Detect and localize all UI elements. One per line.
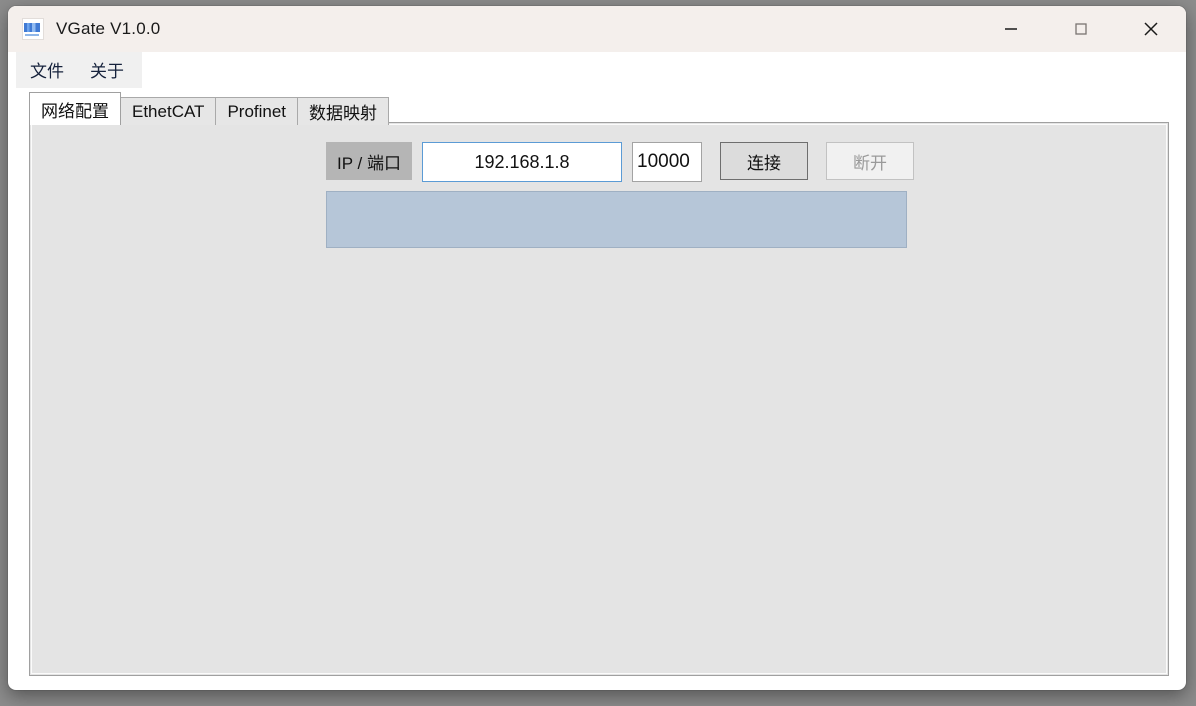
tab-ethercat[interactable]: EthetCAT: [120, 97, 217, 125]
close-button[interactable]: [1116, 6, 1186, 52]
disconnect-button: 断开: [826, 142, 914, 180]
menu-item-about[interactable]: 关于: [78, 55, 136, 85]
ip-address-input[interactable]: [422, 142, 622, 182]
network-config-panel: IP / 端口 连接 断开: [29, 122, 1169, 676]
connect-button[interactable]: 连接: [720, 142, 808, 180]
tab-profinet[interactable]: Profinet: [215, 97, 299, 125]
minimize-button[interactable]: [976, 6, 1046, 52]
menu-strip: 文件 关于: [16, 52, 142, 88]
maximize-button[interactable]: [1046, 6, 1116, 52]
connection-controls-row: IP / 端口 连接 断开: [326, 142, 914, 184]
port-input[interactable]: [632, 142, 702, 182]
connection-log-list[interactable]: [326, 191, 907, 248]
ip-port-label: IP / 端口: [326, 142, 412, 180]
app-logo-icon: [22, 18, 44, 40]
title-bar: VGate V1.0.0: [8, 6, 1186, 52]
tab-data-mapping[interactable]: 数据映射: [297, 97, 390, 125]
menu-item-file[interactable]: 文件: [18, 55, 76, 85]
window-controls: [976, 6, 1186, 52]
menu-bar: 文件 关于: [8, 52, 1186, 88]
window-title: VGate V1.0.0: [56, 19, 161, 38]
application-window: VGate V1.0.0 文件 关于 网络配置 EthetCAT Profine…: [8, 6, 1186, 690]
tab-strip: 网络配置 EthetCAT Profinet 数据映射: [29, 92, 390, 125]
tab-network-config[interactable]: 网络配置: [29, 92, 121, 125]
